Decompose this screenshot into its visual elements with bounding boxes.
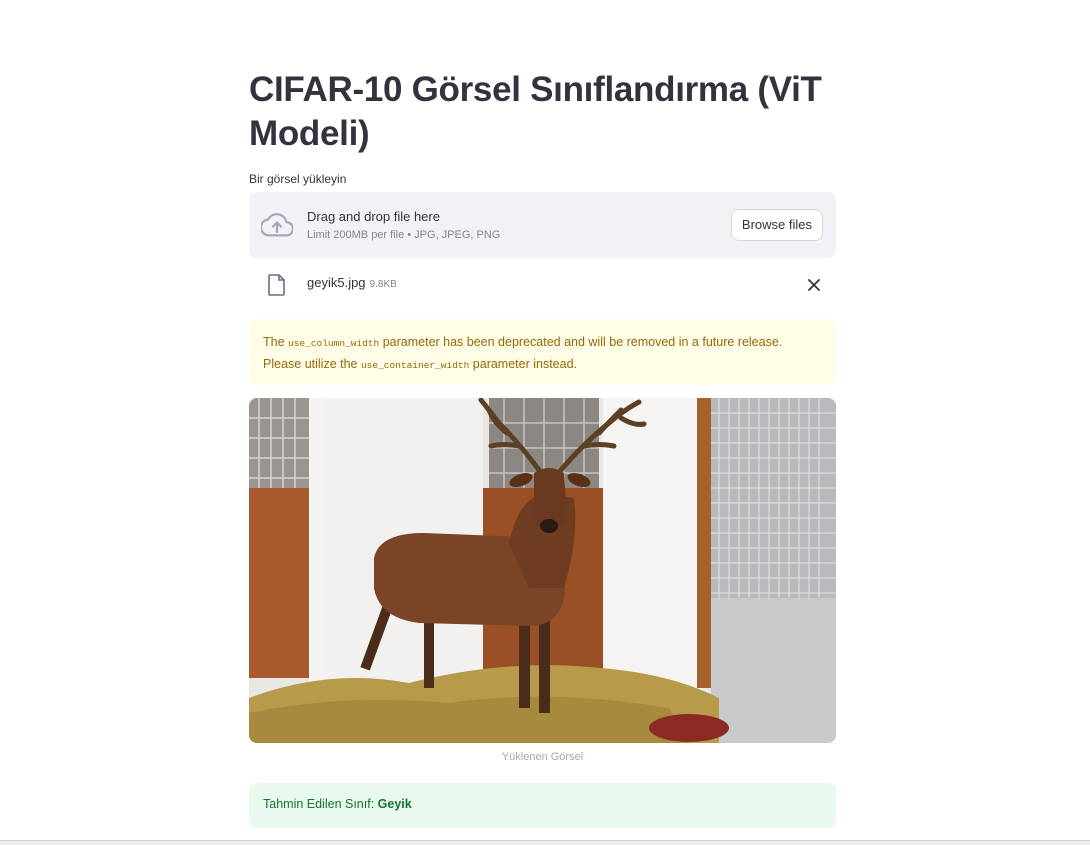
close-icon[interactable] xyxy=(807,278,821,292)
dropzone-text: Drag and drop file here Limit 200MB per … xyxy=(307,208,500,241)
image-caption: Yüklenen Görsel xyxy=(501,751,584,763)
warning-code-1: use_column_width xyxy=(288,338,380,349)
uploader-label: Bir görsel yükleyin xyxy=(249,172,347,186)
uploaded-file-row: geyik5.jpg 9.8KB xyxy=(249,268,836,302)
uploaded-image xyxy=(249,398,836,743)
file-name: geyik5.jpg 9.8KB xyxy=(307,275,397,290)
browse-files-button[interactable]: Browse files xyxy=(730,209,823,241)
dropzone-limit: Limit 200MB per file • JPG, JPEG, PNG xyxy=(307,229,501,241)
file-icon xyxy=(268,274,285,296)
page-title: CIFAR-10 Görsel Sınıflandırma (ViT Model… xyxy=(249,70,822,153)
warning-text-1: The xyxy=(263,335,289,349)
file-dropzone[interactable]: Drag and drop file here Limit 200MB per … xyxy=(249,192,836,258)
warning-text-3: parameter instead. xyxy=(469,357,578,371)
dropzone-title: Drag and drop file here xyxy=(307,209,440,224)
deprecation-warning: The use_column_width parameter has been … xyxy=(249,319,836,385)
file-size: 9.8KB xyxy=(369,279,397,290)
prediction-result: Tahmin Edilen Sınıf: Geyik xyxy=(249,783,836,828)
cloud-upload-icon xyxy=(261,213,293,237)
prediction-prefix: Tahmin Edilen Sınıf: xyxy=(263,797,378,811)
bottom-scrollbar[interactable] xyxy=(0,840,1090,845)
prediction-class: Geyik xyxy=(377,797,412,811)
file-name-text: geyik5.jpg xyxy=(307,275,366,290)
warning-code-2: use_container_width xyxy=(360,360,470,371)
deer-photo xyxy=(249,398,836,743)
